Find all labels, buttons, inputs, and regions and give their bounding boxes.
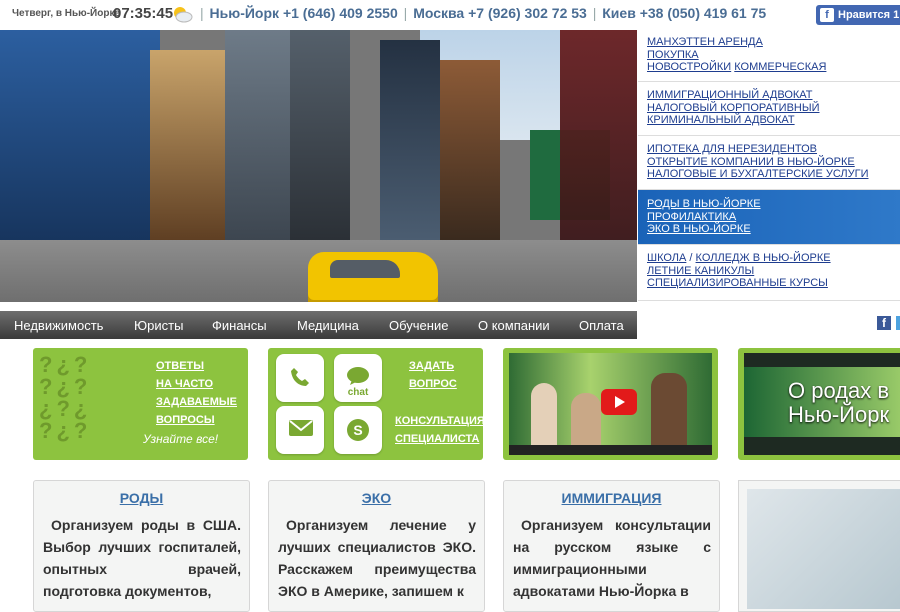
video-player[interactable] (509, 353, 712, 455)
link-commercial[interactable]: КОММЕРЧЕСКАЯ (734, 61, 826, 73)
category-links: МАНХЭТТЕН АРЕНДА ПОКУПКА НОВОСТРОЙКИ КОМ… (638, 30, 900, 302)
contact-box: chat S ЗАДАТЬ ВОПРОС КОНСУЛЬТАЦИЯ СПЕЦИА… (268, 348, 485, 460)
link-ivf-ny[interactable]: ЭКО В НЬЮ-ЙОРКЕ (647, 223, 751, 235)
nav-about[interactable]: О компании (478, 318, 550, 333)
contact-phones: | Нью-Йорк +1 (646) 409 2550 | Москва +7… (200, 5, 767, 21)
link-college[interactable]: КОЛЛЕДЖ В НЬЮ-ЙОРКЕ (696, 252, 831, 264)
nav-finance[interactable]: Финансы (212, 318, 267, 333)
link-group-education: ШКОЛА / КОЛЛЕДЖ В НЬЮ-ЙОРКЕ ЛЕТНИЕ КАНИК… (638, 245, 900, 301)
nav-education[interactable]: Обучение (389, 318, 448, 333)
video-box (503, 348, 718, 460)
card-passport-image (738, 480, 900, 612)
facebook-icon[interactable]: f (877, 316, 891, 330)
phone-icon (291, 368, 309, 386)
nav-lawyers[interactable]: Юристы (134, 318, 183, 333)
question-marks-icon: ?¿? ?¿? ¿?¿ ?¿? (39, 354, 92, 443)
consultation-link-2[interactable]: СПЕЦИАЛИСТА (395, 433, 479, 445)
link-tax-corporate[interactable]: НАЛОГОВЫЙ КОРПОРАТИВНЫЙ (647, 102, 820, 114)
video-controls[interactable] (509, 445, 712, 455)
passport-photo (747, 489, 900, 609)
card-immigration-title[interactable]: ИММИГРАЦИЯ (504, 490, 719, 506)
link-special-courses[interactable]: СПЕЦИАЛИЗИРОВАННЫЕ КУРСЫ (647, 277, 828, 289)
card-ivf-title[interactable]: ЭКО (269, 490, 484, 506)
phone-ny[interactable]: +1 (646) 409 2550 (283, 5, 398, 21)
card-ivf: ЭКО Организуем лечение у лучших специали… (268, 480, 485, 612)
mail-button[interactable] (276, 406, 324, 454)
city-kiev: Киев (602, 5, 636, 21)
link-manhattan-rent[interactable]: МАНХЭТТЕН АРЕНДА (647, 36, 763, 48)
main-nav: Недвижимость Юристы Финансы Медицина Обу… (0, 311, 637, 339)
phone-kiev[interactable]: +38 (050) 419 61 75 (640, 5, 767, 21)
ask-question-link-1[interactable]: ЗАДАТЬ (409, 360, 454, 372)
top-bar: Четверг, в Нью-Йорке 07:35:45 | Нью-Йорк… (0, 0, 900, 28)
ask-question-link-2[interactable]: ВОПРОС (409, 378, 457, 390)
city-moscow: Москва (413, 5, 465, 21)
video-2-title: О родах в Нью-Йорк (788, 378, 890, 427)
video-player-2[interactable]: О родах в Нью-Йорк (744, 353, 900, 455)
nav-real-estate[interactable]: Недвижимость (14, 318, 103, 333)
link-group-medicine: РОДЫ В НЬЮ-ЙОРКЕ ПРОФИЛАКТИКА ЭКО В НЬЮ-… (638, 190, 900, 245)
link-criminal-lawyer[interactable]: КРИМИНАЛЬНЫЙ АДВОКАТ (647, 114, 795, 126)
link-company-opening[interactable]: ОТКРЫТИЕ КОМПАНИИ В НЬЮ-ЙОРКЕ (647, 156, 855, 168)
nav-medicine[interactable]: Медицина (297, 318, 359, 333)
link-tax-accounting[interactable]: НАЛОГОВЫЕ И БУХГАЛТЕРСКИЕ УСЛУГИ (647, 168, 869, 180)
card-birth: РОДЫ Организуем роды в США. Выбор лучших… (33, 480, 250, 612)
card-ivf-text: Организуем лечение у лучших специалистов… (278, 517, 476, 599)
skype-button[interactable]: S (334, 406, 382, 454)
video-box-2: О родах в Нью-Йорк (738, 348, 900, 460)
taxi-illustration (308, 252, 438, 302)
link-group-lawyers: ИММИГРАЦИОННЫЙ АДВОКАТ НАЛОГОВЫЙ КОРПОРА… (638, 82, 900, 136)
link-purchase[interactable]: ПОКУПКА (647, 49, 699, 61)
faq-box[interactable]: ?¿? ?¿? ¿?¿ ?¿? ОТВЕТЫ НА ЧАСТО ЗАДАВАЕМЫЕ … (33, 348, 248, 460)
phone-button[interactable] (276, 354, 324, 402)
chat-icon (347, 367, 369, 385)
hero-image-times-square (0, 30, 637, 302)
link-new-buildings[interactable]: НОВОСТРОЙКИ (647, 61, 731, 73)
link-group-real-estate: МАНХЭТТЕН АРЕНДА ПОКУПКА НОВОСТРОЙКИ КОМ… (638, 30, 900, 82)
faq-cta-text: Узнайте все! (143, 432, 219, 446)
svg-text:S: S (353, 422, 362, 438)
faq-link-1[interactable]: ОТВЕТЫ (156, 360, 204, 372)
consultation-link-1[interactable]: КОНСУЛЬТАЦИЯ (395, 415, 485, 427)
skype-icon: S (347, 419, 369, 441)
facebook-icon: f (820, 8, 834, 22)
card-birth-text: Организуем роды в США. Выбор лучших госп… (43, 517, 241, 599)
link-school[interactable]: ШКОЛА (647, 252, 686, 264)
phone-moscow[interactable]: +7 (926) 302 72 53 (468, 5, 587, 21)
faq-link-3[interactable]: ЗАДАВАЕМЫЕ (156, 396, 237, 408)
play-icon[interactable] (601, 389, 637, 415)
faq-link-4[interactable]: ВОПРОСЫ (156, 414, 215, 426)
link-mortgage[interactable]: ИПОТЕКА ДЛЯ НЕРЕЗИДЕНТОВ (647, 143, 817, 155)
chat-button[interactable]: chat (334, 354, 382, 402)
city-ny: Нью-Йорк (209, 5, 280, 21)
card-immigration: ИММИГРАЦИЯ Организуем консультации на ру… (503, 480, 720, 612)
link-immigration-lawyer[interactable]: ИММИГРАЦИОННЫЙ АДВОКАТ (647, 89, 813, 101)
link-group-finance: ИПОТЕКА ДЛЯ НЕРЕЗИДЕНТОВ ОТКРЫТИЕ КОМПАН… (638, 136, 900, 190)
partly-cloudy-icon (174, 7, 193, 23)
current-day-label: Четверг, в Нью-Йорке (12, 8, 121, 19)
nav-payment[interactable]: Оплата (579, 318, 624, 333)
twitter-icon[interactable] (896, 316, 900, 330)
card-birth-title[interactable]: РОДЫ (34, 490, 249, 506)
link-prevention[interactable]: ПРОФИЛАКТИКА (647, 211, 736, 223)
facebook-like-button[interactable]: f Нравится 1 (816, 5, 900, 25)
ny-clock: 07:35:45 (113, 5, 174, 22)
link-birth-ny[interactable]: РОДЫ В НЬЮ-ЙОРКЕ (647, 198, 761, 210)
card-immigration-text: Организуем консультации на русском языке… (513, 517, 711, 599)
mail-icon (289, 420, 313, 436)
link-summer-holidays[interactable]: ЛЕТНИЕ КАНИКУЛЫ (647, 265, 754, 277)
faq-link-2[interactable]: НА ЧАСТО (156, 378, 213, 390)
